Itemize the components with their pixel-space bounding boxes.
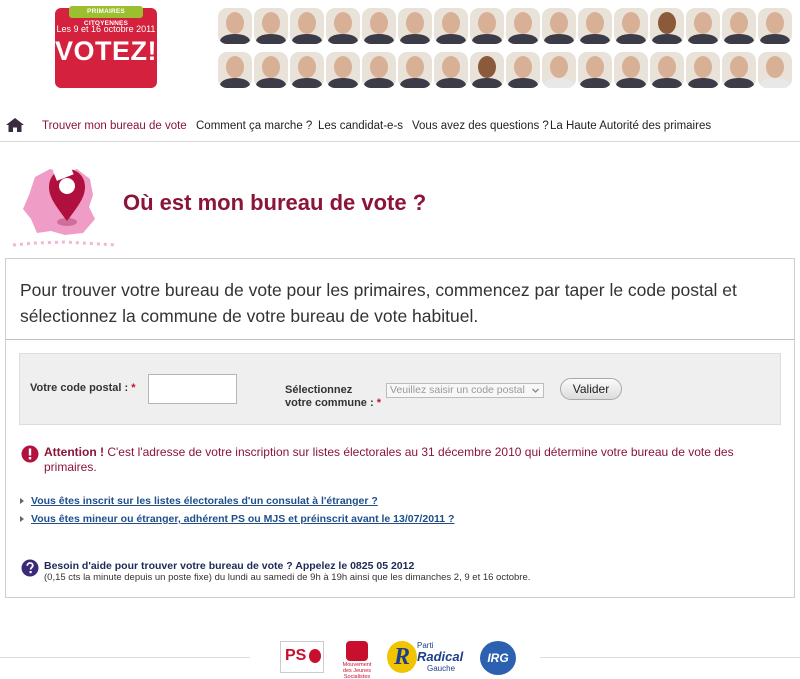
divider: [6, 339, 794, 340]
portrait-photo: [578, 52, 612, 88]
intro-text: Pour trouver votre bureau de vote pour l…: [20, 280, 737, 326]
attention-message: Attention ! C'est l'adresse de votre ins…: [44, 445, 784, 475]
list-item: Vous êtes inscrit sur les listes élector…: [20, 495, 378, 507]
postal-code-input[interactable]: [148, 374, 237, 404]
portrait-photo: [722, 52, 756, 88]
portrait-photo: [290, 8, 324, 44]
portrait-photo: [326, 8, 360, 44]
search-panel: Pour trouver votre bureau de vote pour l…: [5, 258, 795, 598]
portrait-photo: [434, 52, 468, 88]
portrait-photo: [254, 52, 288, 88]
alert-icon: [21, 445, 39, 463]
portrait-photo: [614, 52, 648, 88]
commune-select-value: Veuillez saisir un code postal: [390, 384, 525, 396]
portrait-photo: [578, 8, 612, 44]
portrait-photo: [686, 8, 720, 44]
irg-logo[interactable]: IRG: [480, 641, 516, 675]
portrait-photo: [254, 8, 288, 44]
logo-votez: VOTEZ!: [55, 36, 157, 66]
link-mineur-etranger[interactable]: Vous êtes mineur ou étranger, adhérent P…: [31, 513, 454, 525]
portrait-photo: [650, 52, 684, 88]
portrait-photo: [686, 52, 720, 88]
arrow-right-icon: [20, 498, 24, 505]
portrait-photo: [362, 52, 396, 88]
portrait-photo: [290, 52, 324, 88]
divider: [540, 657, 800, 658]
attention-title: Attention !: [44, 445, 104, 459]
link-consulat-etranger[interactable]: Vous êtes inscrit sur les listes élector…: [31, 495, 378, 507]
chevron-down-icon: [532, 388, 539, 393]
main-nav: Trouver mon bureau de vote Comment ça ma…: [0, 112, 800, 142]
prg-text-gauche: Gauche: [427, 664, 456, 673]
portrait-photo: [722, 8, 756, 44]
portrait-photo: [506, 52, 540, 88]
mjs-emblem-icon: [346, 641, 368, 661]
portrait-photo: [542, 52, 576, 88]
mjs-logo-text: Mouvement des Jeunes Socialistes: [342, 662, 372, 679]
portrait-photo: [470, 52, 504, 88]
portrait-photo: [398, 8, 432, 44]
arrow-right-icon: [20, 516, 24, 523]
question-icon: [21, 559, 39, 577]
nav-item-trouver-bureau[interactable]: Trouver mon bureau de vote: [42, 120, 187, 132]
portrait-photo: [434, 8, 468, 44]
nav-item-candidats[interactable]: Les candidat-e-s: [318, 120, 403, 132]
page-title: Où est mon bureau de vote ?: [123, 190, 427, 215]
nav-item-comment-ca-marche[interactable]: Comment ça marche ?: [196, 120, 312, 132]
commune-select[interactable]: Veuillez saisir un code postal: [386, 383, 544, 398]
portrait-photo: [398, 52, 432, 88]
help-title: Besoin d'aide pour trouver votre bureau …: [44, 560, 415, 572]
list-item: Vous êtes mineur ou étranger, adhérent P…: [20, 513, 454, 525]
prg-logo[interactable]: R Parti Radical Gauche: [387, 641, 469, 677]
logo-primaires-label: PRIMAIRES CITOYENNES: [69, 6, 143, 27]
portrait-photo: [362, 8, 396, 44]
portrait-photo: [326, 52, 360, 88]
prg-emblem: R: [387, 641, 417, 673]
search-form: Votre code postal : * Sélectionnez votre…: [19, 353, 781, 425]
portrait-photo: [506, 8, 540, 44]
commune-label: Sélectionnez votre commune : *: [285, 384, 381, 409]
ps-logo[interactable]: PS: [280, 641, 324, 673]
portrait-photo: [470, 8, 504, 44]
portrait-photo: [542, 8, 576, 44]
portrait-photo: [218, 8, 252, 44]
france-map-pin-icon: [12, 163, 118, 247]
portrait-photo: [758, 52, 792, 88]
portrait-photo: [758, 8, 792, 44]
help-hours: (0,15 cts la minute depuis un poste fixe…: [44, 572, 531, 583]
prg-text-radical: Radical: [417, 649, 464, 664]
postal-code-label: Votre code postal : *: [30, 382, 136, 394]
home-icon[interactable]: [5, 117, 25, 133]
ps-logo-text: PS: [285, 647, 307, 664]
candidates-photo-strip: [218, 8, 798, 90]
nav-item-haute-autorite[interactable]: La Haute Autorité des primaires: [550, 120, 711, 132]
portrait-photo: [218, 52, 252, 88]
divider: [0, 657, 250, 658]
nav-item-questions[interactable]: Vous avez des questions ?: [412, 120, 549, 132]
rose-icon: [309, 649, 321, 663]
attention-body: C'est l'adresse de votre inscription sur…: [44, 445, 734, 474]
portrait-photo: [614, 8, 648, 44]
logo-date: Les 9 et 16 octobre 2011: [56, 24, 156, 34]
votez-logo[interactable]: PRIMAIRES CITOYENNES Les 9 et 16 octobre…: [55, 6, 157, 88]
mjs-logo[interactable]: Mouvement des Jeunes Socialistes: [340, 641, 374, 679]
portrait-photo: [650, 8, 684, 44]
valider-button[interactable]: Valider: [560, 378, 622, 400]
